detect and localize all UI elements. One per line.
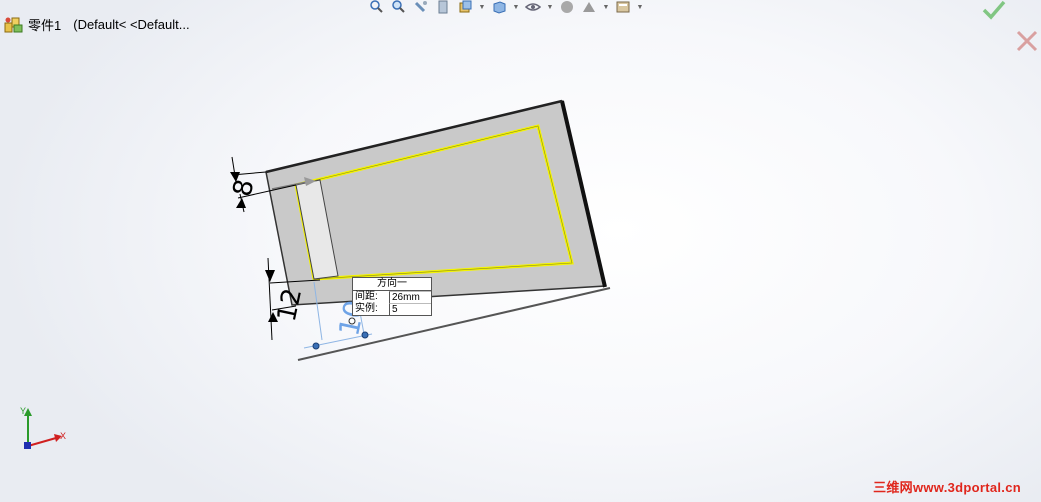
watermark: 三维网www.3dportal.cn [873, 480, 1021, 495]
spacing-label: 间距: [355, 291, 378, 302]
triad-z-box [24, 442, 31, 449]
triad-y-label: Y [20, 406, 26, 416]
callout-header: 方向一 [353, 278, 431, 291]
reference-triad: Y X [20, 406, 66, 449]
dim-12-arrow-top [265, 270, 275, 282]
spacing-handle-left[interactable] [312, 342, 320, 350]
spacing-field[interactable]: 26mm [389, 291, 431, 303]
instances-label: 实例: [355, 303, 378, 314]
pattern-direction-callout[interactable]: 方向一 间距: 26mm 实例: 5 [352, 277, 432, 316]
instances-field[interactable]: 5 [389, 303, 431, 315]
triad-x-axis [27, 437, 57, 447]
callout-spacing-row: 间距: 26mm [353, 291, 431, 303]
triad-x-label: X [60, 431, 66, 441]
graphics-area[interactable]: 零件1 (Default< <Default... ▼ ▼ ▼ ▼ ▼ 8 12… [0, 0, 1041, 502]
dim-8-value[interactable]: 8 [228, 177, 261, 199]
callout-instances-row: 实例: 5 [353, 303, 431, 315]
model-scene: 8 12 10 [228, 99, 611, 361]
dim-12-value[interactable]: 12 [272, 286, 308, 325]
